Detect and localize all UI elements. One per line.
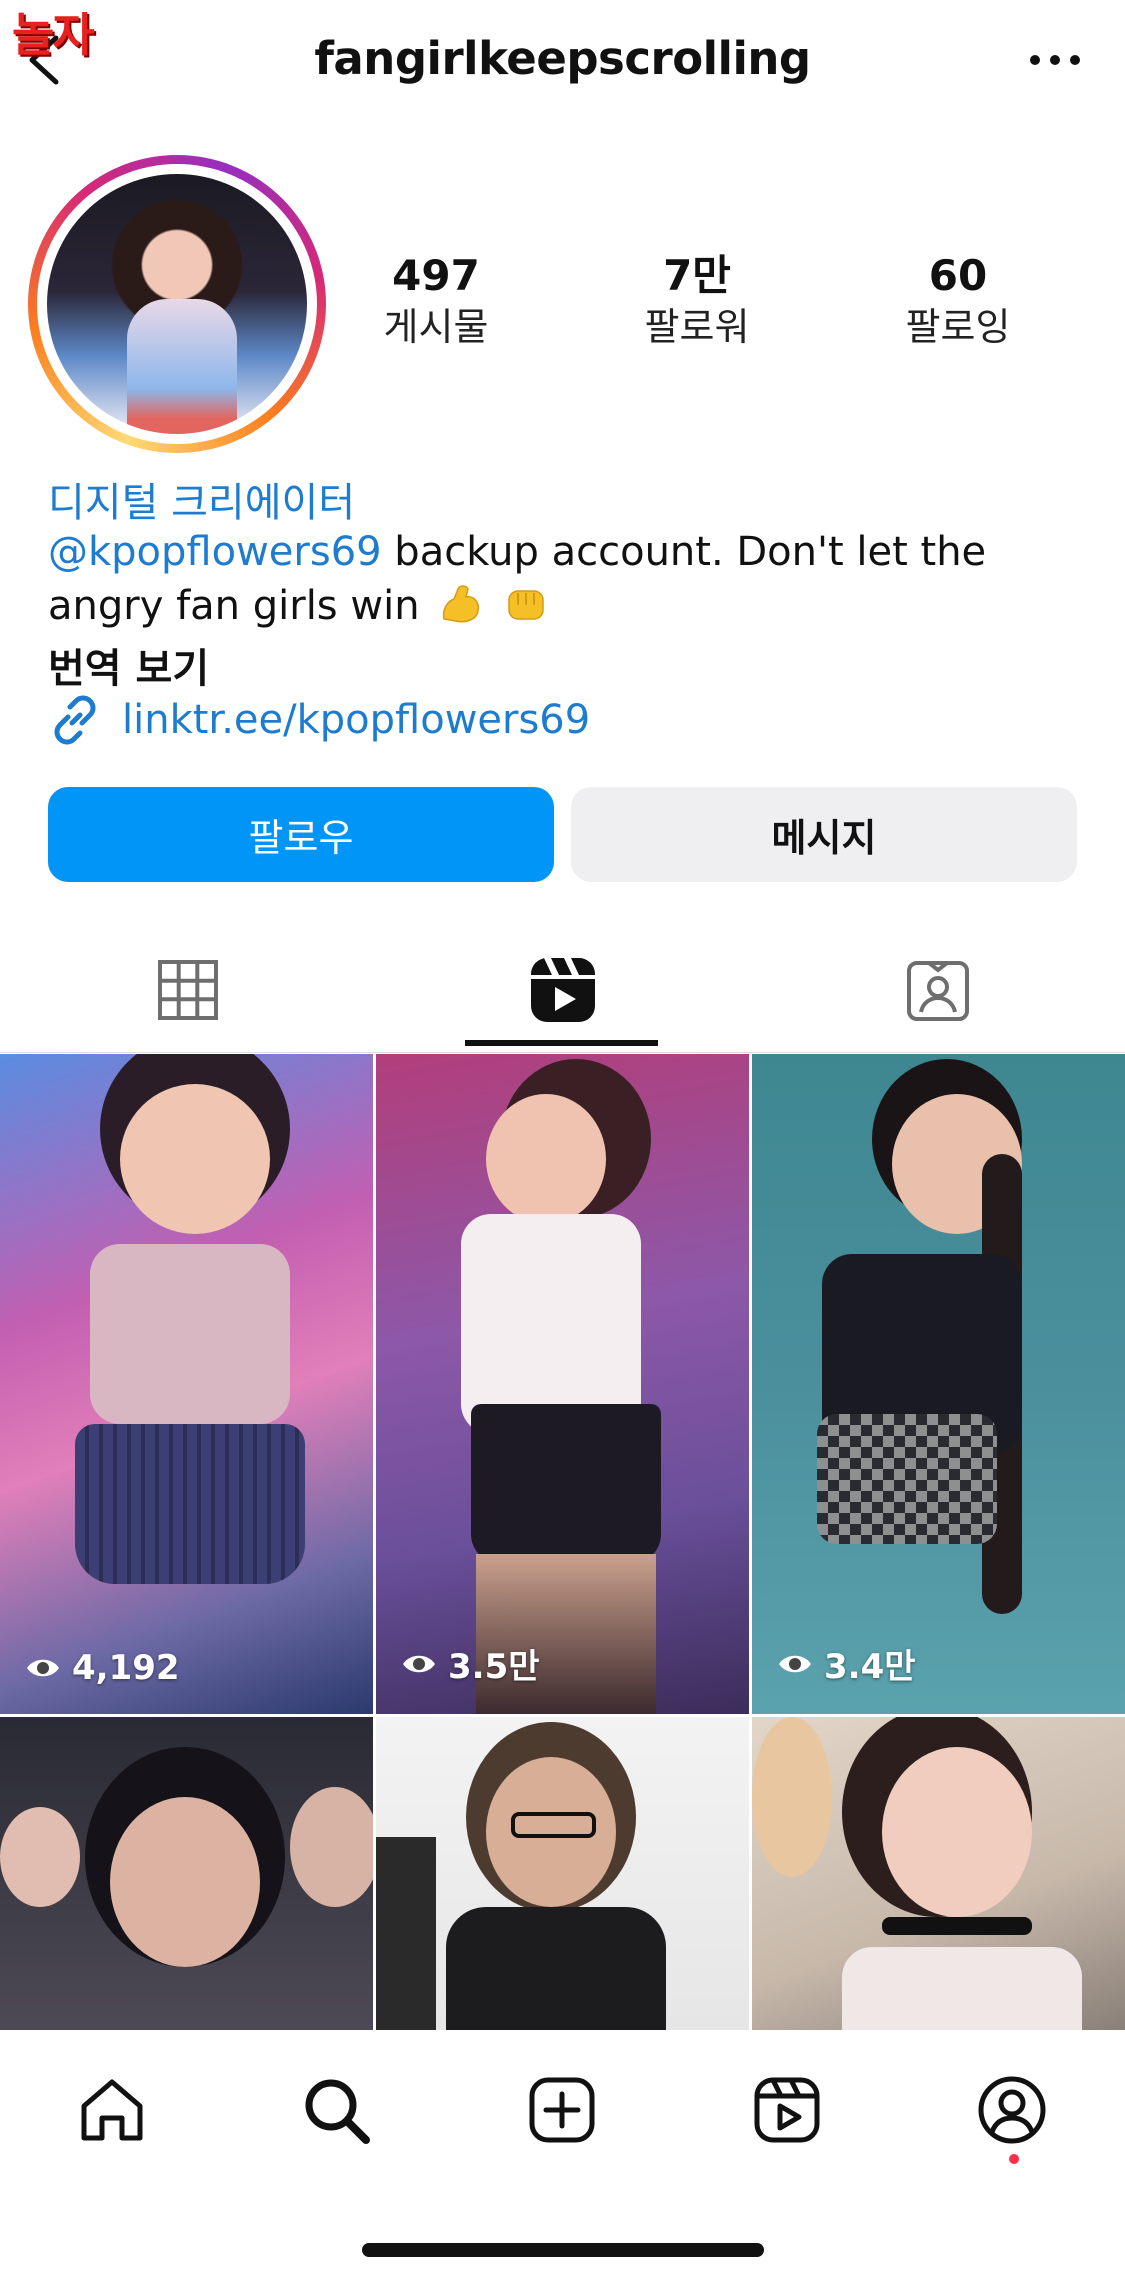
tagged-icon [906, 961, 969, 1021]
link-icon [54, 695, 96, 745]
eye-icon [779, 1655, 811, 1672]
eye-icon [27, 1659, 59, 1677]
profile-icon [978, 2076, 1046, 2144]
eye-icon [403, 1655, 435, 1672]
profile-bio: @kpopflowers69 backup account. Don't let… [48, 525, 1088, 633]
view-count-text: 3.5만 [448, 1647, 540, 1687]
profile-category[interactable]: 디지털 크리에이터 [48, 470, 355, 528]
home-indicator[interactable] [362, 2243, 764, 2257]
active-tab-indicator [465, 1040, 658, 1046]
stat-followers[interactable]: 7만 팔로워 [597, 250, 797, 352]
translate-link[interactable]: 번역 보기 [48, 636, 209, 694]
reels-icon [754, 2077, 820, 2143]
tab-reels[interactable] [375, 930, 750, 1050]
reels-icon [530, 958, 595, 1022]
stat-posts[interactable]: 497 게시물 [336, 250, 536, 352]
message-button[interactable]: 메시지 [571, 787, 1077, 882]
reel-tile-3[interactable]: 3.4만 [752, 1054, 1125, 1714]
follow-button[interactable]: 팔로우 [48, 787, 554, 882]
bio-mention-link[interactable]: @kpopflowers69 [48, 529, 382, 575]
view-count: 4,192 [24, 1648, 180, 1688]
bio-text-line1: backup account. Don't let the [381, 529, 987, 575]
view-count: 3.4만 [776, 1639, 916, 1688]
view-count-text: 3.4만 [824, 1647, 916, 1687]
posts-label: 게시물 [383, 305, 489, 349]
followers-count: 7만 [663, 251, 731, 300]
nav-create[interactable] [522, 2070, 602, 2150]
posts-count: 497 [392, 251, 480, 300]
tab-grid[interactable] [0, 930, 375, 1050]
notification-dot [1009, 2154, 1019, 2164]
reel-tile-5[interactable] [376, 1717, 749, 2030]
bio-text-line2: angry fan girls win [48, 583, 420, 629]
create-icon [529, 2077, 595, 2143]
link-text[interactable]: linktr.ee/kpopflowers69 [122, 697, 590, 743]
avatar [47, 174, 307, 434]
reel-tile-4[interactable] [0, 1717, 373, 2030]
nav-search[interactable] [296, 2070, 376, 2150]
home-icon [81, 2079, 143, 2141]
search-icon [305, 2079, 370, 2144]
external-link[interactable]: linktr.ee/kpopflowers69 [48, 690, 590, 750]
avatar-figure [127, 299, 237, 434]
followers-label: 팔로워 [644, 305, 750, 349]
reel-tile-6[interactable] [752, 1717, 1125, 2030]
story-ring[interactable] [28, 155, 326, 453]
profile-username: fangirlkeepscrolling [314, 32, 811, 85]
flexed-biceps-emoji-icon [443, 585, 480, 623]
top-bar: 놀자 fangirlkeepscrolling [0, 0, 1125, 120]
following-label: 팔로잉 [905, 305, 1011, 349]
reel-tile-2[interactable]: 3.5만 [376, 1054, 749, 1714]
oncoming-fist-emoji-icon [508, 590, 544, 620]
divider [0, 1052, 1125, 1053]
tab-tagged[interactable] [750, 930, 1125, 1050]
more-horizontal-icon[interactable] [1025, 38, 1085, 82]
nav-home[interactable] [72, 2070, 152, 2150]
view-count: 3.5만 [400, 1639, 540, 1688]
grid-icon [157, 960, 218, 1020]
view-count-text: 4,192 [72, 1648, 180, 1688]
stat-following[interactable]: 60 팔로잉 [858, 250, 1058, 352]
reel-tile-1[interactable]: 4,192 [0, 1054, 373, 1714]
nav-profile[interactable] [972, 2070, 1052, 2150]
nav-reels[interactable] [747, 2070, 827, 2150]
avatar-border [37, 164, 317, 444]
content-tabs [0, 930, 1125, 1050]
following-count: 60 [928, 251, 988, 300]
